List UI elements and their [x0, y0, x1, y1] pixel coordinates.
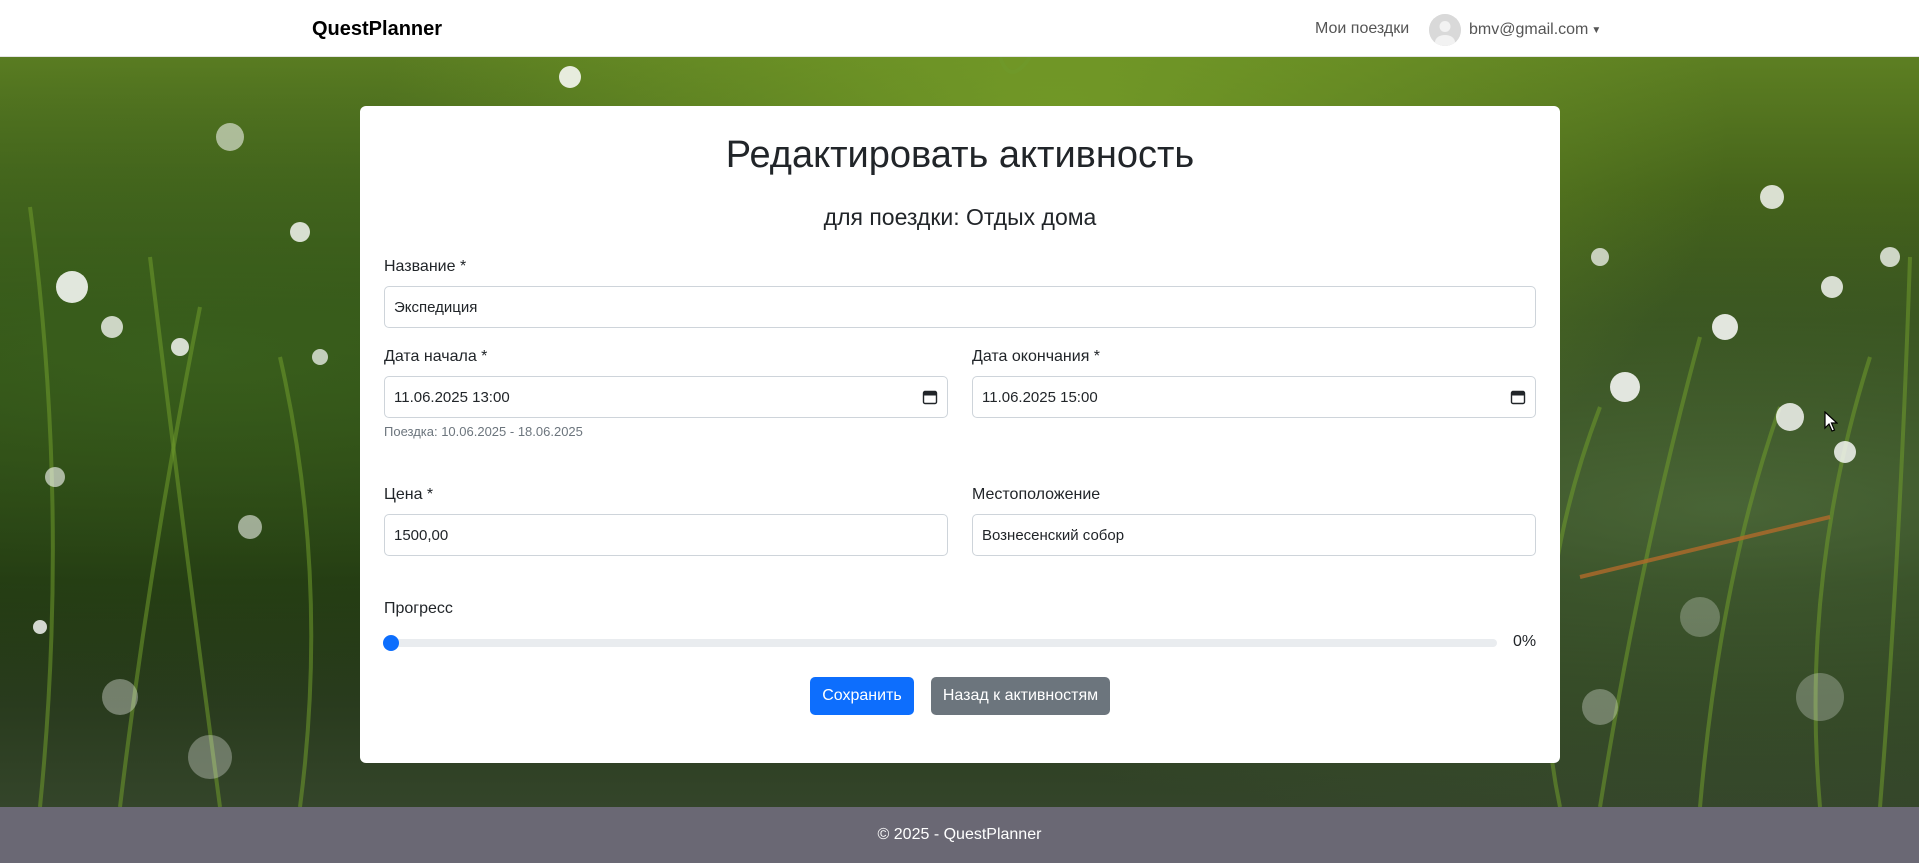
page-title: Редактировать активность: [725, 134, 1195, 176]
name-label: Название *: [384, 258, 467, 275]
user-email: bmv@gmail.com: [1469, 21, 1589, 38]
footer: © 2025 - QuestPlanner: [0, 807, 1919, 863]
start-date-input[interactable]: 11.06.2025 13:00: [384, 376, 948, 418]
calendar-icon[interactable]: [922, 389, 938, 405]
price-label: Цена *: [384, 486, 434, 503]
end-date-label: Дата окончания *: [972, 348, 1101, 365]
name-input-value: Экспедиция: [394, 298, 478, 316]
end-date-input[interactable]: 11.06.2025 15:00: [972, 376, 1536, 418]
calendar-icon[interactable]: [1510, 389, 1526, 405]
user-menu-dropdown[interactable]: bmv@gmail.com ▼: [1429, 14, 1601, 46]
progress-slider-thumb[interactable]: [383, 635, 399, 651]
caret-down-icon: ▼: [1591, 24, 1602, 36]
edit-activity-card: Редактировать активность для поездки: От…: [360, 106, 1560, 763]
start-date-label: Дата начала *: [384, 348, 488, 365]
footer-copyright: © 2025 - QuestPlanner: [877, 826, 1042, 843]
page-subtitle: для поездки: Отдых дома: [823, 204, 1097, 230]
top-navbar: QuestPlanner Мои поездки bmv@gmail.com ▼: [0, 0, 1919, 57]
price-input-value: 1500,00: [394, 526, 449, 544]
brand-logo[interactable]: QuestPlanner: [312, 18, 442, 41]
start-date-value: 11.06.2025 13:00: [394, 388, 510, 406]
location-input[interactable]: Вознесенский собор: [972, 514, 1536, 556]
trip-range-hint: Поездка: 10.06.2025 - 18.06.2025: [384, 424, 583, 439]
nav-my-trips-link[interactable]: Мои поездки: [1315, 20, 1409, 38]
user-avatar-icon: [1429, 14, 1461, 46]
progress-label: Прогресс: [384, 600, 453, 617]
price-input[interactable]: 1500,00: [384, 514, 948, 556]
location-label: Местоположение: [972, 486, 1101, 503]
back-to-activities-button[interactable]: Назад к активностям: [931, 677, 1110, 715]
progress-slider[interactable]: [383, 635, 1497, 651]
name-input[interactable]: Экспедиция: [384, 286, 1536, 328]
mouse-cursor-icon: [1824, 411, 1838, 432]
end-date-value: 11.06.2025 15:00: [982, 388, 1098, 406]
progress-value: 0%: [1513, 633, 1537, 650]
location-input-value: Вознесенский собор: [982, 526, 1125, 544]
save-button[interactable]: Сохранить: [810, 677, 914, 715]
